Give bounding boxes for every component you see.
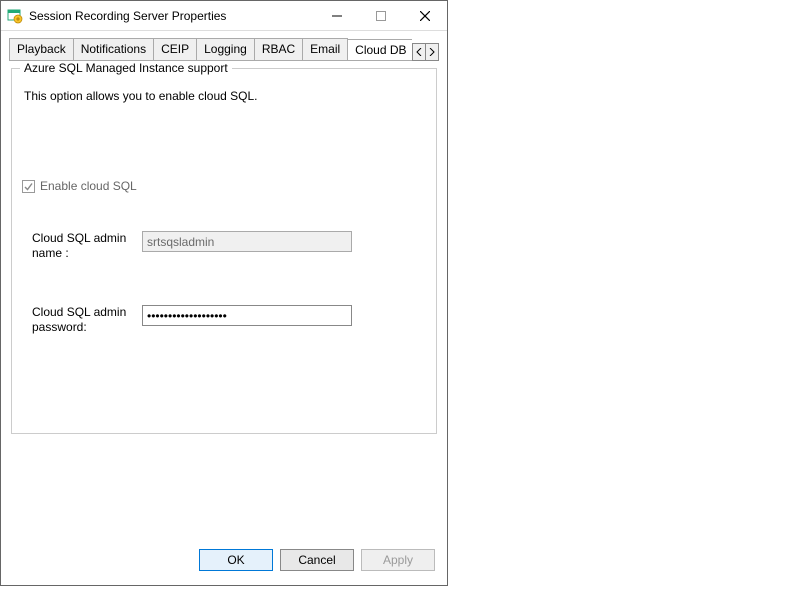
checkmark-icon bbox=[22, 180, 35, 193]
admin-password-label: Cloud SQL admin password: bbox=[32, 305, 142, 335]
titlebar: Session Recording Server Properties bbox=[1, 1, 447, 31]
tab-content: Azure SQL Managed Instance support This … bbox=[1, 61, 447, 549]
close-button[interactable] bbox=[403, 1, 447, 31]
apply-button: Apply bbox=[361, 549, 435, 571]
enable-cloud-sql-checkbox[interactable]: Enable cloud SQL bbox=[22, 179, 426, 193]
enable-cloud-sql-label: Enable cloud SQL bbox=[40, 179, 137, 193]
properties-window: Session Recording Server Properties Play… bbox=[0, 0, 448, 586]
cloud-sql-groupbox: Azure SQL Managed Instance support This … bbox=[11, 68, 437, 434]
tab-logging[interactable]: Logging bbox=[196, 38, 255, 60]
app-icon bbox=[7, 8, 23, 24]
tab-playback[interactable]: Playback bbox=[9, 38, 74, 60]
tab-scroll-left-button[interactable] bbox=[412, 43, 426, 61]
tab-scroll bbox=[413, 43, 439, 61]
tabstrip: Playback Notifications CEIP Logging RBAC… bbox=[1, 31, 447, 61]
tab-rbac[interactable]: RBAC bbox=[254, 38, 303, 60]
window-title: Session Recording Server Properties bbox=[29, 9, 315, 23]
admin-name-label: Cloud SQL admin name : bbox=[32, 231, 142, 261]
tab-email[interactable]: Email bbox=[302, 38, 348, 60]
tab-scroll-right-button[interactable] bbox=[425, 43, 439, 61]
ok-button[interactable]: OK bbox=[199, 549, 273, 571]
tab-row: Playback Notifications CEIP Logging RBAC… bbox=[9, 38, 412, 61]
cloud-sql-description: This option allows you to enable cloud S… bbox=[24, 89, 424, 103]
admin-name-row: Cloud SQL admin name : bbox=[32, 231, 426, 261]
minimize-button[interactable] bbox=[315, 1, 359, 31]
dialog-buttons: OK Cancel Apply bbox=[1, 549, 447, 585]
cancel-button[interactable]: Cancel bbox=[280, 549, 354, 571]
maximize-button[interactable] bbox=[359, 1, 403, 31]
tab-ceip[interactable]: CEIP bbox=[153, 38, 197, 60]
tab-cloud-db[interactable]: Cloud DB bbox=[347, 39, 412, 61]
admin-password-row: Cloud SQL admin password: bbox=[32, 305, 426, 335]
admin-name-input bbox=[142, 231, 352, 252]
groupbox-title: Azure SQL Managed Instance support bbox=[20, 61, 232, 75]
admin-password-input[interactable] bbox=[142, 305, 352, 326]
tab-notifications[interactable]: Notifications bbox=[73, 38, 154, 60]
